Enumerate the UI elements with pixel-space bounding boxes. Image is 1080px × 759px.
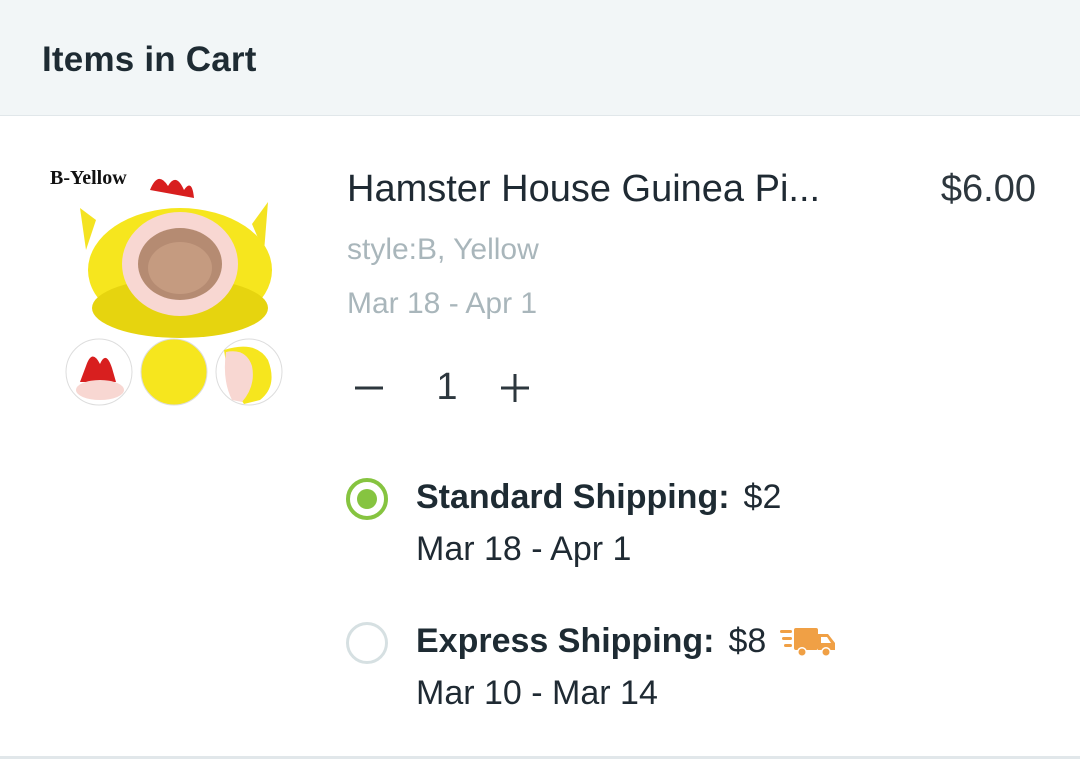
standard-shipping-dates: Mar 18 - Apr 1 [416, 530, 632, 568]
standard-shipping-price: $2 [743, 478, 782, 516]
product-image[interactable]: B-Yellow [46, 160, 286, 410]
product-delivery-dates: Mar 18 - Apr 1 [347, 287, 538, 320]
standard-shipping-radio[interactable] [346, 478, 388, 520]
plus-icon [501, 374, 529, 402]
decrease-quantity-button[interactable] [347, 360, 391, 416]
express-shipping-line: Express Shipping: $8 [416, 622, 836, 661]
quantity-stepper: 1 [347, 360, 547, 420]
express-shipping-radio[interactable] [346, 622, 388, 664]
fast-truck-icon [780, 627, 836, 657]
express-shipping-price: $8 [728, 622, 767, 660]
page-title: Items in Cart [42, 40, 257, 79]
express-shipping-label: Express Shipping: [416, 622, 715, 660]
product-name[interactable]: Hamster House Guinea Pi... [347, 168, 867, 211]
product-style: style:B, Yellow [347, 233, 539, 266]
shipping-option-express[interactable]: Express Shipping: $8 Mar 10 - Mar 14 [346, 620, 1046, 730]
product-price: $6.00 [940, 168, 1036, 210]
standard-shipping-label: Standard Shipping: [416, 478, 730, 516]
hamster-house-image: B-Yellow [50, 167, 283, 406]
quantity-value: 1 [436, 366, 458, 408]
increase-quantity-button[interactable] [493, 360, 537, 416]
minus-icon [355, 386, 383, 390]
variant-label: B-Yellow [50, 167, 127, 189]
cart-header: Items in Cart [0, 0, 1080, 116]
express-shipping-dates: Mar 10 - Mar 14 [416, 674, 658, 712]
standard-shipping-line: Standard Shipping: $2 [416, 478, 781, 517]
shipping-option-standard[interactable]: Standard Shipping: $2 Mar 18 - Apr 1 [346, 476, 1046, 586]
